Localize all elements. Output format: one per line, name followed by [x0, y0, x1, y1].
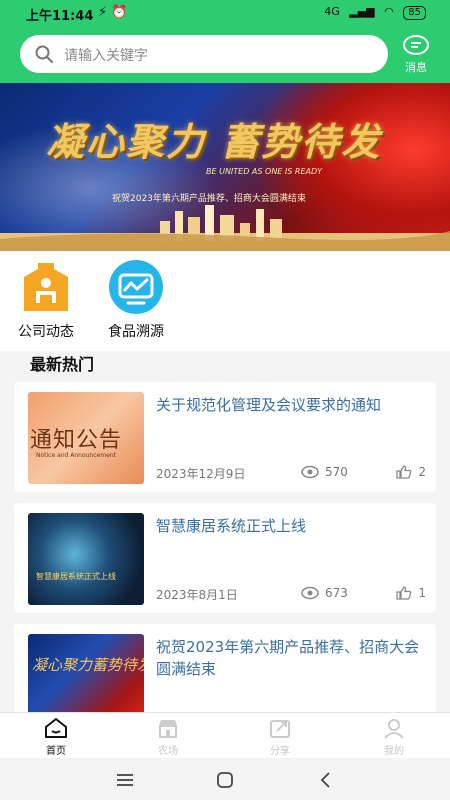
search-input[interactable]: 请输入关键字	[20, 35, 388, 73]
news-likes[interactable]: 2	[396, 465, 426, 479]
likes-count: 1	[418, 586, 426, 600]
tab-label: 分享	[270, 746, 290, 757]
news-thumbnail: 通知公告 Notice and Announcement	[28, 392, 144, 484]
back-icon[interactable]	[316, 770, 336, 790]
news-thumbnail: 智慧康居系统正式上线	[28, 513, 144, 605]
status-right: 4G ▂▄▆ ◠ 85	[318, 5, 426, 20]
tab-label: 我的	[384, 746, 404, 757]
tab-share[interactable]: 分享	[250, 717, 310, 757]
tab-home[interactable]: 首页	[26, 717, 86, 757]
thumbnail-text: 凝心聚力蓄势待发	[32, 656, 144, 674]
views-count: 673	[325, 586, 348, 600]
news-date: 2023年12月9日	[156, 467, 246, 481]
thumbnail-text: 通知公告	[30, 428, 123, 453]
share-icon	[270, 720, 290, 738]
menu-icon[interactable]	[115, 770, 135, 790]
news-views: 673	[301, 586, 348, 600]
likes-count: 2	[418, 465, 426, 479]
status-bar: 上午11:44 ⚡ ⏰ 4G ▂▄▆ ◠ 85	[0, 0, 450, 28]
city-skyline-image	[0, 205, 450, 251]
views-count: 570	[325, 465, 348, 479]
eye-icon	[301, 465, 319, 479]
section-title: 最新热门	[30, 351, 95, 377]
tab-mine[interactable]: 我的	[364, 717, 424, 757]
company-news-icon	[24, 263, 68, 311]
food-trace-icon	[109, 260, 163, 314]
quick-link-label: 食品溯源	[108, 324, 164, 340]
news-title: 祝贺2023年第六期产品推荐、招商大会圆满结束	[156, 638, 420, 678]
quick-link-label: 公司动态	[18, 324, 74, 340]
header-bar: 上午11:44 ⚡ ⏰ 4G ▂▄▆ ◠ 85 请输入关键字 消息	[0, 0, 450, 83]
thumbs-up-icon	[396, 586, 412, 600]
tab-farm[interactable]: 农场	[138, 717, 198, 757]
signal-icon: ▂▄▆	[349, 5, 375, 18]
search-placeholder: 请输入关键字	[64, 48, 148, 64]
bottom-navigation: 首页 农场 分享 我的	[0, 712, 450, 758]
user-icon	[384, 719, 404, 739]
news-card[interactable]: 通知公告 Notice and Announcement 关于规范化管理及会议要…	[14, 382, 436, 492]
eye-icon	[301, 586, 319, 600]
messages-button[interactable]: 消息	[396, 34, 436, 78]
message-icon	[403, 35, 429, 55]
thumbs-up-icon	[396, 465, 412, 479]
news-date: 2023年8月1日	[156, 588, 238, 602]
home-button-icon[interactable]	[215, 770, 235, 790]
wifi-icon: ◠	[384, 5, 394, 18]
news-likes[interactable]: 1	[396, 586, 426, 600]
farm-icon	[159, 720, 177, 738]
news-title: 关于规范化管理及会议要求的通知	[156, 396, 382, 414]
status-notification-icons: ⚡ ⏰	[98, 5, 128, 20]
quick-link-company-news[interactable]: 公司动态	[6, 259, 86, 341]
home-icon	[45, 718, 67, 738]
banner-tagline: BE UNITED AS ONE IS READY	[206, 167, 323, 176]
section-title-text: 最新热门	[30, 355, 95, 374]
news-card[interactable]: 智慧康居系统正式上线 智慧康居系统正式上线 2023年8月1日 673 1	[14, 503, 436, 613]
system-navigation-bar	[0, 758, 450, 800]
banner-headline: 凝心聚力 蓄势待发	[46, 119, 382, 164]
network-label: 4G	[324, 5, 340, 18]
search-icon	[35, 45, 53, 63]
tab-label: 首页	[46, 746, 66, 757]
thumbnail-subtext: Notice and Announcement	[36, 452, 116, 459]
tab-label: 农场	[158, 746, 178, 757]
messages-label: 消息	[405, 61, 427, 74]
promo-banner[interactable]: 凝心聚力 蓄势待发 BE UNITED AS ONE IS READY 祝贺20…	[0, 83, 450, 251]
battery-icon: 85	[403, 6, 426, 20]
quick-links: 公司动态 食品溯源	[0, 251, 450, 351]
news-views: 570	[301, 465, 348, 479]
news-title: 智慧康居系统正式上线	[156, 517, 307, 535]
quick-link-food-trace[interactable]: 食品溯源	[96, 259, 176, 341]
status-time: 上午11:44	[26, 9, 94, 24]
thumbnail-text: 智慧康居系统正式上线	[36, 572, 116, 581]
